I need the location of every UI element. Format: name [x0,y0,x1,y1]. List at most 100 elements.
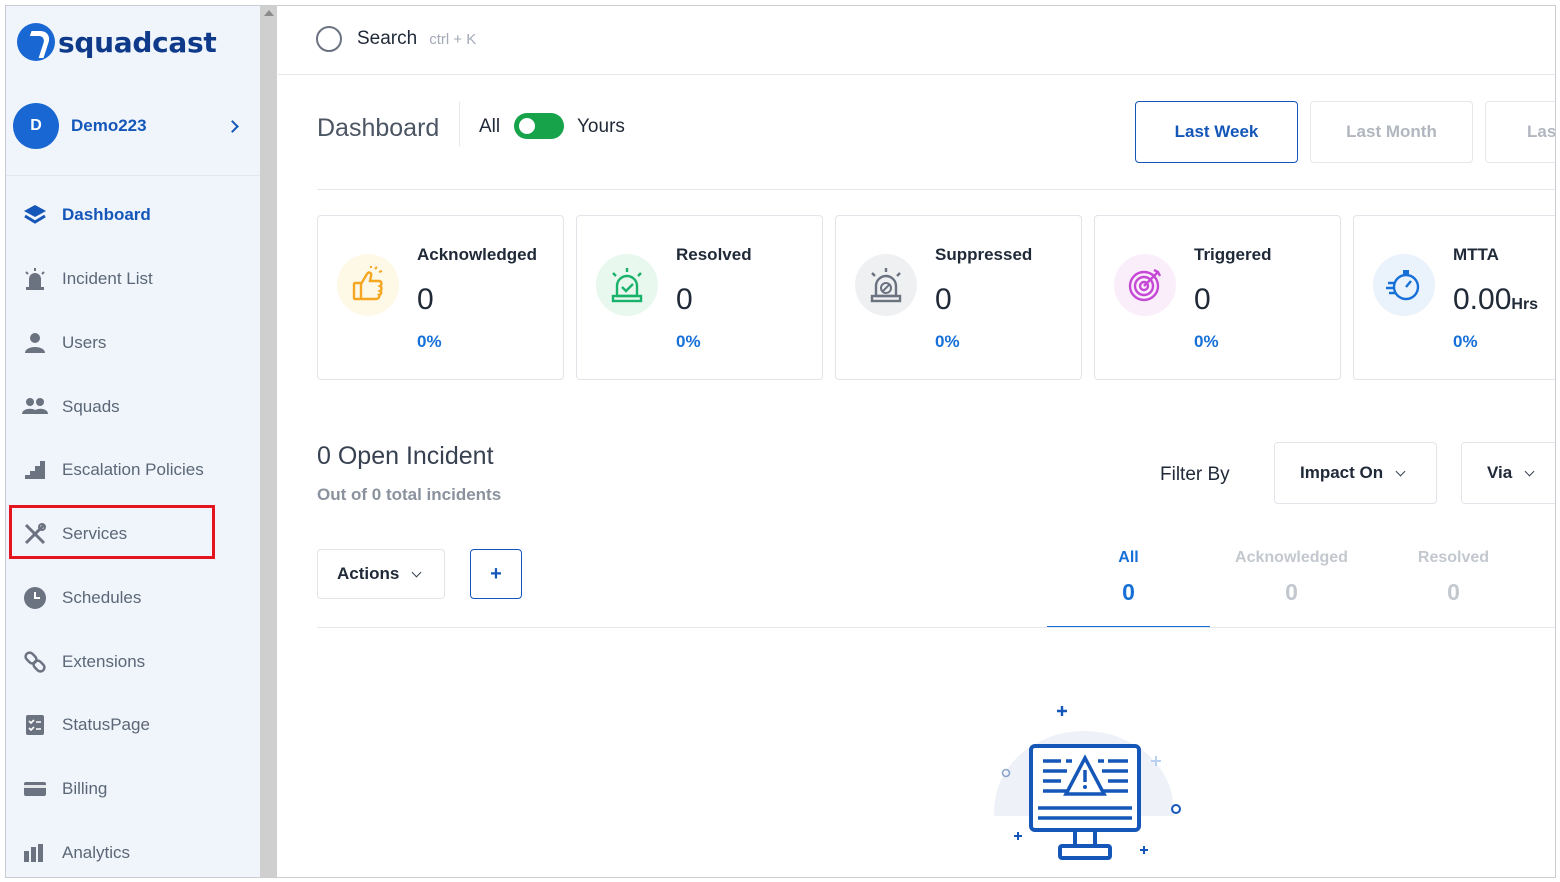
stat-value: 0 [1194,283,1211,316]
tab-resolved[interactable]: Resolved 0 [1372,546,1535,628]
sidebar-item-escalation-policies[interactable]: Escalation Policies [22,450,222,490]
tab-label: Acknowledged [1235,549,1348,566]
sidebar-item-statuspage[interactable]: StatusPage [22,705,222,745]
actions-dropdown[interactable]: Actions [317,549,445,599]
squadcast-logo-icon [17,23,55,61]
tab-label: Resolved [1417,549,1490,566]
stopwatch-icon [1373,254,1435,316]
sidebar-item-dashboard[interactable]: Dashboard [22,195,222,235]
org-switcher[interactable]: D Demo223 [13,102,245,150]
thumbs-up-icon [337,254,399,316]
search-label: Search [357,28,418,49]
toggle-label-all: All [479,116,501,137]
stat-unit: Hrs [1511,296,1539,313]
app-logo[interactable]: squadcast [17,22,217,62]
chevron-down-icon [411,567,422,577]
brand-name: squadcast [58,25,217,59]
sidebar-item-label: Incident List [62,269,153,288]
app-window: squadcast D Demo223 Dashboard Incident L… [5,5,1556,878]
stat-card-suppressed[interactable]: Suppressed 0 0% [835,215,1082,380]
user-icon [22,330,48,356]
divider [459,102,460,146]
scroll-up-icon[interactable] [264,10,274,16]
filter-by-label: Filter By [1160,464,1230,485]
tab-label: All [1118,549,1139,566]
siren-check-icon [596,254,658,316]
sidebar-item-label: Analytics [62,843,131,862]
sidebar-item-label: Escalation Policies [62,460,204,479]
siren-icon [22,266,48,292]
tab-all[interactable]: All 0 [1047,546,1210,628]
sidebar-item-label: StatusPage [62,715,150,734]
sidebar-item-extensions[interactable]: Extensions [22,642,222,682]
sidebar-item-incident-list[interactable]: Incident List [22,259,222,299]
open-incidents-title: 0 Open Incident [317,442,494,470]
actions-label: Actions [337,564,400,583]
sidebar-item-users[interactable]: Users [22,323,222,363]
stairs-icon [22,457,48,483]
search-icon [316,26,342,52]
tab-count: 0 [1285,579,1298,605]
stat-value: 0.00Hrs [1453,283,1538,317]
add-incident-button[interactable]: + [470,549,522,599]
highlight-annotation [9,505,215,559]
sidebar-item-schedules[interactable]: Schedules [22,578,222,618]
org-avatar: D [13,103,59,149]
impact-on-dropdown[interactable]: Impact On [1274,442,1437,504]
stat-card-mtta[interactable]: MTTA 0.00Hrs 0% [1353,215,1555,380]
sidebar-item-label: Users [62,333,107,352]
sidebar-item-squads[interactable]: Squads [22,387,222,427]
sidebar-scrollbar[interactable] [260,6,277,877]
via-dropdown[interactable]: Via [1461,442,1555,504]
stat-value: 0 [676,283,693,316]
all-yours-toggle[interactable] [514,113,564,139]
stat-percentage: 0% [935,332,960,351]
toggle-label-yours: Yours [577,116,625,137]
stat-percentage: 0% [1194,332,1219,351]
stat-title: Triggered [1194,245,1272,264]
sidebar-item-billing[interactable]: Billing [22,769,222,809]
stat-percentage: 0% [417,332,442,351]
sidebar-item-label: Squads [62,397,120,416]
chevron-down-icon [1524,466,1535,476]
tab-count: 0 [1447,579,1460,605]
stat-title: Suppressed [935,245,1033,264]
range-last-month-button[interactable]: Last Month [1310,101,1473,163]
search-trigger[interactable]: Search ctrl + K [316,24,476,54]
card-icon [22,776,48,802]
stat-card-triggered[interactable]: Triggered 0 0% [1094,215,1341,380]
stat-title: Acknowledged [417,245,537,264]
sidebar-item-analytics[interactable]: Analytics [22,833,222,873]
sidebar-item-label: Billing [62,779,108,798]
range-last-week-button[interactable]: Last Week [1135,101,1298,163]
divider [6,175,260,176]
layers-icon [22,202,48,228]
sidebar-item-label: Schedules [62,588,142,607]
stat-value: 0 [935,283,952,316]
target-icon [1114,254,1176,316]
stat-card-resolved[interactable]: Resolved 0 0% [576,215,823,380]
range-last-quarter-button[interactable]: Las [1485,101,1555,163]
stat-percentage: 0% [1453,332,1478,351]
divider [317,189,1555,190]
stat-card-acknowledged[interactable]: Acknowledged 0 0% [317,215,564,380]
stat-title: Resolved [676,245,752,264]
open-incidents-subtitle: Out of 0 total incidents [317,485,502,504]
tab-count: 0 [1122,579,1135,605]
sidebar: squadcast D Demo223 Dashboard Incident L… [6,6,260,877]
stat-value: 0 [417,283,434,316]
stat-value-number: 0.00 [1453,283,1512,316]
topbar: Search ctrl + K [278,6,1555,75]
divider [317,627,1555,628]
checklist-icon [22,712,48,738]
empty-state-illustration [986,696,1186,877]
stat-percentage: 0% [676,332,701,351]
siren-muted-icon [855,254,917,316]
tab-acknowledged[interactable]: Acknowledged 0 [1210,546,1373,628]
stat-title: MTTA [1453,245,1499,264]
dropdown-label: Via [1487,463,1513,482]
link-icon [22,649,48,675]
dropdown-label: Impact On [1300,463,1384,482]
chevron-right-icon [226,119,239,133]
page-title: Dashboard [317,114,440,142]
